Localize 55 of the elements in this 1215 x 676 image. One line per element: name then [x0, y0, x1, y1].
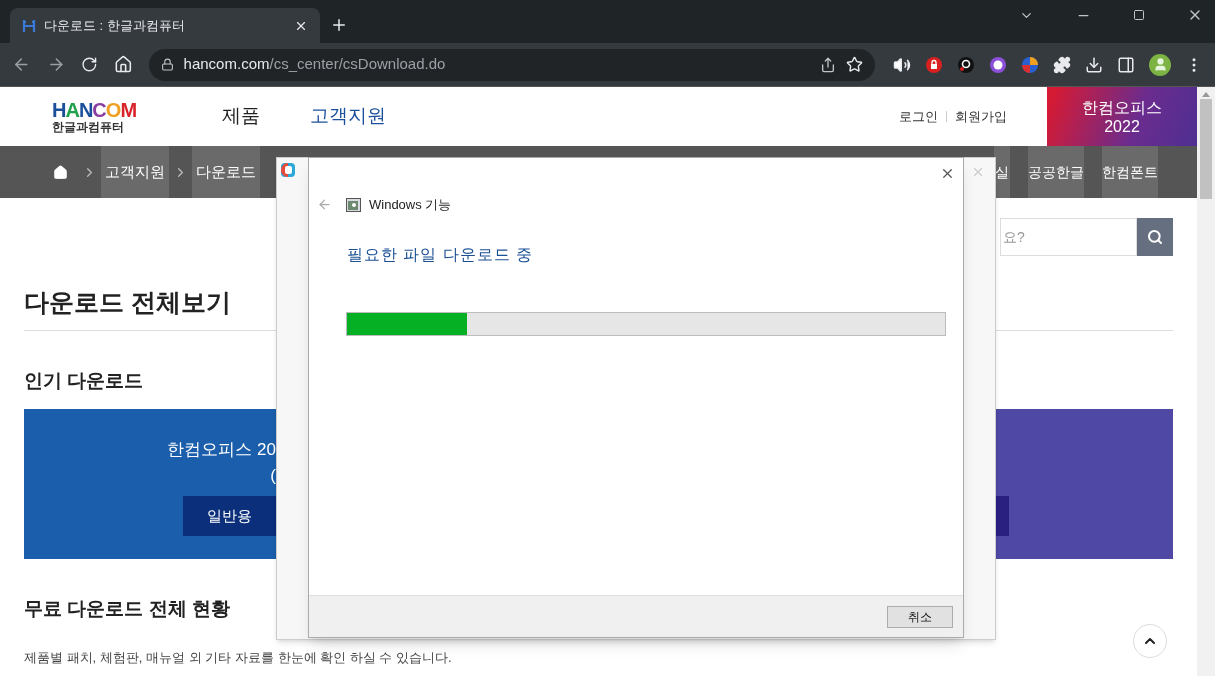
- nav-link[interactable]: 제품: [222, 102, 260, 131]
- banner-title: 한컴오피스 20: [167, 439, 276, 461]
- reload-icon[interactable]: [81, 56, 98, 73]
- section-heading: 무료 다운로드 전체 현황: [24, 597, 230, 621]
- scrollbar-thumb[interactable]: [1200, 99, 1212, 199]
- side-panel-icon[interactable]: [1117, 55, 1135, 74]
- promo-banner[interactable]: 한컴오피스 2022: [1047, 87, 1197, 146]
- close-icon[interactable]: [940, 166, 955, 181]
- home-icon[interactable]: [53, 164, 68, 180]
- bookmark-star-icon[interactable]: [846, 56, 863, 73]
- profile-avatar[interactable]: [1149, 53, 1171, 76]
- breadcrumb-link[interactable]: 고객지원: [101, 146, 169, 198]
- lock-icon: [160, 58, 174, 71]
- nav-link[interactable]: 고객지원: [310, 102, 386, 131]
- quick-link[interactable]: 실: [994, 146, 1010, 198]
- search-field[interactable]: 요?: [1000, 218, 1137, 256]
- cancel-button[interactable]: 취소: [887, 605, 953, 628]
- quick-link[interactable]: 공공한글: [1028, 146, 1084, 198]
- extension-icon[interactable]: [957, 55, 975, 74]
- page-title: 다운로드 전체보기: [24, 287, 232, 318]
- site-favicon: [22, 18, 36, 33]
- account-link[interactable]: 로그인: [899, 106, 938, 127]
- extension-icon[interactable]: [989, 55, 1007, 74]
- home-icon[interactable]: [113, 55, 133, 74]
- extensions-icon[interactable]: [1053, 55, 1071, 74]
- search-button[interactable]: [1137, 218, 1173, 256]
- dialog-title: Windows 기능: [369, 196, 452, 214]
- section-description: 제품별 패치, 체험판, 매뉴얼 외 기타 자료를 한눈에 확인 하실 수 있습니다.: [24, 649, 452, 667]
- new-tab-icon[interactable]: [330, 16, 348, 34]
- maximize-icon[interactable]: [1133, 9, 1145, 21]
- tab-title: 다운로드 : 한글과컴퓨터: [44, 16, 186, 35]
- promo-year: 2022: [1104, 116, 1140, 136]
- search-icon: [1147, 229, 1163, 245]
- breadcrumb-link[interactable]: 다운로드: [192, 146, 260, 198]
- address-bar[interactable]: hancom.com/cs_center/csDownload.do: [148, 48, 875, 81]
- scroll-to-top-button[interactable]: [1133, 623, 1167, 658]
- speaker-icon[interactable]: [893, 55, 911, 74]
- account-link[interactable]: 회원가입: [955, 106, 1007, 127]
- hancom-logo[interactable]: HANCOM: [52, 99, 170, 120]
- logo-subtitle: 한글과컴퓨터: [52, 119, 125, 134]
- back-icon[interactable]: [12, 55, 31, 74]
- url-text: hancom.com/cs_center/csDownload.do: [183, 54, 447, 75]
- lock-extension-icon[interactable]: [925, 55, 943, 74]
- scrollbar[interactable]: [1197, 87, 1215, 676]
- app-icon: [280, 162, 296, 178]
- banner-subtitle: (: [270, 464, 276, 487]
- share-icon[interactable]: [820, 56, 836, 73]
- status-message: 필요한 파일 다운로드 중: [347, 244, 535, 265]
- section-heading: 인기 다운로드: [24, 368, 145, 393]
- quick-link[interactable]: 한컴폰트: [1102, 146, 1158, 198]
- promo-title: 한컴오피스: [1082, 97, 1162, 117]
- browser-tab[interactable]: 다운로드 : 한글과컴퓨터: [10, 8, 320, 43]
- download-icon[interactable]: [1085, 55, 1103, 74]
- window-feature-icon: [346, 197, 361, 213]
- general-use-button[interactable]: 일반용: [183, 496, 276, 536]
